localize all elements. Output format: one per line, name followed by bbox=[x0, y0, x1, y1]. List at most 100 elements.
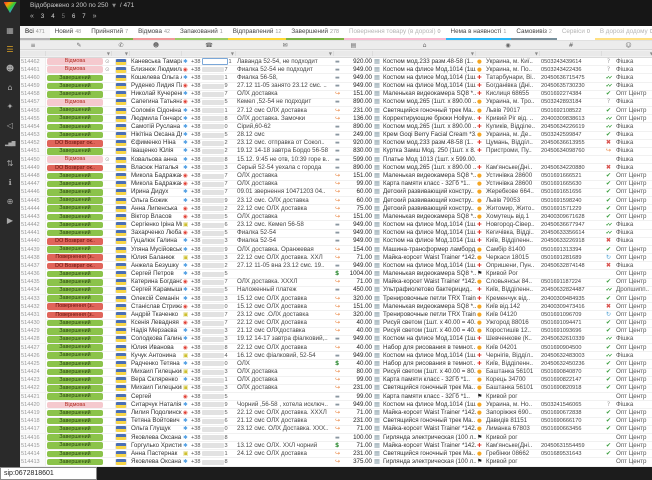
tracking-number[interactable]: 20400309671628 bbox=[540, 213, 602, 221]
call-column-header-icon[interactable]: ✆ bbox=[112, 41, 130, 49]
phone-masked-input[interactable] bbox=[202, 451, 224, 456]
table-row[interactable]: 514413 Завершений Яковлева Оксана ✱ +388… bbox=[20, 458, 652, 466]
order-comment[interactable]: 15.12 смс ОЛХ доставка bbox=[236, 295, 334, 303]
product-name[interactable]: Майка-корсет Waist Trainer *142.. bbox=[382, 278, 476, 286]
call-status-icon[interactable]: ◉ bbox=[182, 205, 190, 213]
phone-masked-input[interactable] bbox=[202, 133, 224, 138]
call-status-icon[interactable]: ✱ bbox=[182, 123, 190, 131]
order-comment[interactable]: ОЛХ доставка bbox=[236, 376, 334, 384]
sidebar-item-warehouse-icon[interactable]: ⌂ bbox=[7, 83, 12, 92]
product-name[interactable]: Платье Мод 1013 (1шт. х 599.00.. bbox=[382, 156, 476, 164]
phone-masked-input[interactable] bbox=[202, 304, 224, 309]
tracking-number[interactable]: 0501689531643 bbox=[540, 450, 602, 458]
product-name[interactable]: Костюм на флисе Мод.1014 (1ш.. bbox=[382, 401, 476, 409]
filter-amount[interactable] bbox=[334, 51, 373, 56]
customer-name[interactable]: Солодкова Галина В.. bbox=[130, 335, 182, 343]
page-3-button[interactable]: 3 bbox=[41, 12, 44, 22]
customer-name[interactable]: Юлия Баланюк bbox=[130, 254, 182, 262]
customer-name[interactable]: Анна Пастернак bbox=[130, 450, 182, 458]
tracking-number[interactable]: 20400309473416 bbox=[540, 303, 602, 311]
status-badge[interactable]: DO Возврат ок.. bbox=[47, 165, 103, 172]
status-badge[interactable]: DO Возврат ок.. bbox=[47, 263, 103, 270]
status-badge[interactable]: Відмова bbox=[47, 66, 103, 73]
product-name[interactable]: Карта памяти класс - 32Гб *1.. bbox=[382, 393, 476, 401]
filter-comment[interactable]: ▼ bbox=[236, 51, 334, 56]
phone-cell[interactable]: +389 bbox=[190, 197, 236, 205]
call-status-icon[interactable]: ✱ bbox=[182, 360, 190, 368]
phone-cell[interactable]: +386 bbox=[190, 221, 236, 229]
call-status-icon[interactable]: ✱ bbox=[182, 434, 190, 442]
status-badge[interactable]: Завершений bbox=[47, 410, 103, 417]
phone-masked-input[interactable] bbox=[202, 157, 224, 162]
status-badge[interactable]: Завершений bbox=[47, 189, 103, 196]
phone-masked-input[interactable] bbox=[202, 84, 224, 89]
order-comment[interactable]: 27.12 смс ОЛХ доставка bbox=[236, 107, 334, 115]
customer-name[interactable]: Руденко Лидия Пав.. bbox=[130, 82, 182, 90]
call-status-icon[interactable]: ◉ bbox=[182, 213, 190, 221]
call-status-icon[interactable]: ✱ bbox=[182, 401, 190, 409]
phone-masked-input[interactable] bbox=[202, 312, 224, 317]
tracking-number[interactable]: 0501690666170 bbox=[540, 417, 602, 425]
phone-cell[interactable]: +389 bbox=[190, 401, 236, 409]
call-status-icon[interactable]: ▣ bbox=[182, 352, 190, 360]
customer-name[interactable]: Сергіенко Іріна Ми.. bbox=[130, 221, 182, 229]
status-badge[interactable]: Повернення (з.. bbox=[47, 254, 103, 261]
tracking-number[interactable]: 20450634226619 bbox=[540, 123, 602, 131]
phone-cell[interactable]: +385 bbox=[190, 393, 236, 401]
status-badge[interactable]: Повернення (з.. bbox=[47, 312, 103, 319]
phone-cell[interactable]: +383 bbox=[190, 368, 236, 376]
order-comment[interactable]: 27.12 11-05 занято 23.12 смс. .. bbox=[236, 82, 334, 90]
phone-cell[interactable]: +385 bbox=[190, 131, 236, 139]
sidebar-item-info-icon[interactable]: ℹ bbox=[8, 178, 11, 187]
customer-name[interactable]: Сапегина Татьяна С.. bbox=[130, 98, 182, 106]
tab-refused[interactable]: Відмова42 bbox=[133, 26, 175, 40]
phone-cell[interactable]: +388 bbox=[190, 115, 236, 123]
order-comment[interactable]: Фиалка 52-54 bbox=[236, 229, 334, 237]
customer-name[interactable]: Соломія Сідоніна bbox=[130, 107, 182, 115]
filter-name[interactable] bbox=[130, 51, 182, 56]
phone-cell[interactable]: +387 bbox=[190, 90, 236, 98]
product-name[interactable]: Маленькая видеокамера SQ8 *.. bbox=[382, 213, 476, 221]
sidebar-item-orders-icon[interactable]: ☰ bbox=[6, 45, 13, 54]
call-status-icon[interactable]: ✱ bbox=[182, 115, 190, 123]
phone-cell[interactable]: +383 bbox=[190, 384, 236, 392]
product-name[interactable]: Костюм мод.233 разм.48-58 (1.. bbox=[382, 139, 476, 147]
page-4-button[interactable]: 4 bbox=[51, 12, 54, 22]
phone-masked-input[interactable] bbox=[202, 223, 224, 228]
phone-cell[interactable]: +388 bbox=[190, 434, 236, 442]
order-comment[interactable]: ОЛХ bbox=[236, 360, 334, 368]
order-comment[interactable]: 22.12 смс ОЛХ доставка bbox=[236, 344, 334, 352]
status-badge[interactable]: Завершений bbox=[47, 91, 103, 98]
order-comment[interactable]: ОЛХ доставка bbox=[236, 90, 334, 98]
phone-cell[interactable]: +386 bbox=[190, 417, 236, 425]
tracking-number[interactable]: 20450632450236 bbox=[540, 360, 602, 368]
sidebar-item-video-icon[interactable]: ▶ bbox=[7, 216, 13, 225]
phone-masked-input[interactable] bbox=[202, 435, 224, 440]
phone-masked-input[interactable] bbox=[202, 247, 224, 252]
customer-name[interactable]: Анна Липенська bbox=[130, 205, 182, 213]
phone-cell[interactable]: +387 bbox=[190, 278, 236, 286]
customer-name[interactable]: Михаил Гилецький bbox=[130, 368, 182, 376]
call-status-icon[interactable]: ▣ bbox=[182, 311, 190, 319]
status-badge[interactable]: Завершений bbox=[47, 115, 103, 122]
page-first-button[interactable]: « bbox=[30, 12, 34, 22]
phone-masked-input[interactable] bbox=[202, 296, 224, 301]
phone-cell[interactable]: +382 bbox=[190, 205, 236, 213]
status-badge[interactable]: Відмова bbox=[47, 156, 103, 163]
tracking-number[interactable]: 0501690904500 bbox=[540, 344, 602, 352]
product-name[interactable]: Детский развивающий констру.. bbox=[382, 205, 476, 213]
order-comment[interactable]: Серый 52-54 уехала с города bbox=[236, 164, 334, 172]
status-badge[interactable]: Завершений bbox=[47, 426, 103, 433]
order-comment[interactable]: ОЛХ доставка bbox=[236, 384, 334, 392]
tracking-number[interactable]: 0503241546065 bbox=[540, 401, 602, 409]
call-status-icon[interactable]: ▣ bbox=[182, 254, 190, 262]
order-comment[interactable]: 28.12 смс bbox=[236, 131, 334, 139]
product-name[interactable]: Детский развивающий констру.. bbox=[382, 188, 476, 196]
call-status-icon[interactable]: ✱ bbox=[182, 442, 190, 450]
status-badge[interactable]: Завершений bbox=[47, 107, 103, 114]
customer-name[interactable]: Ксенія Левадняя bbox=[130, 319, 182, 327]
phone-masked-input[interactable] bbox=[202, 198, 224, 203]
phone-cell[interactable]: +388 bbox=[190, 156, 236, 164]
customer-name[interactable]: Ирина Дидух bbox=[130, 188, 182, 196]
tracking-number[interactable]: 0503243422436 bbox=[540, 66, 602, 74]
